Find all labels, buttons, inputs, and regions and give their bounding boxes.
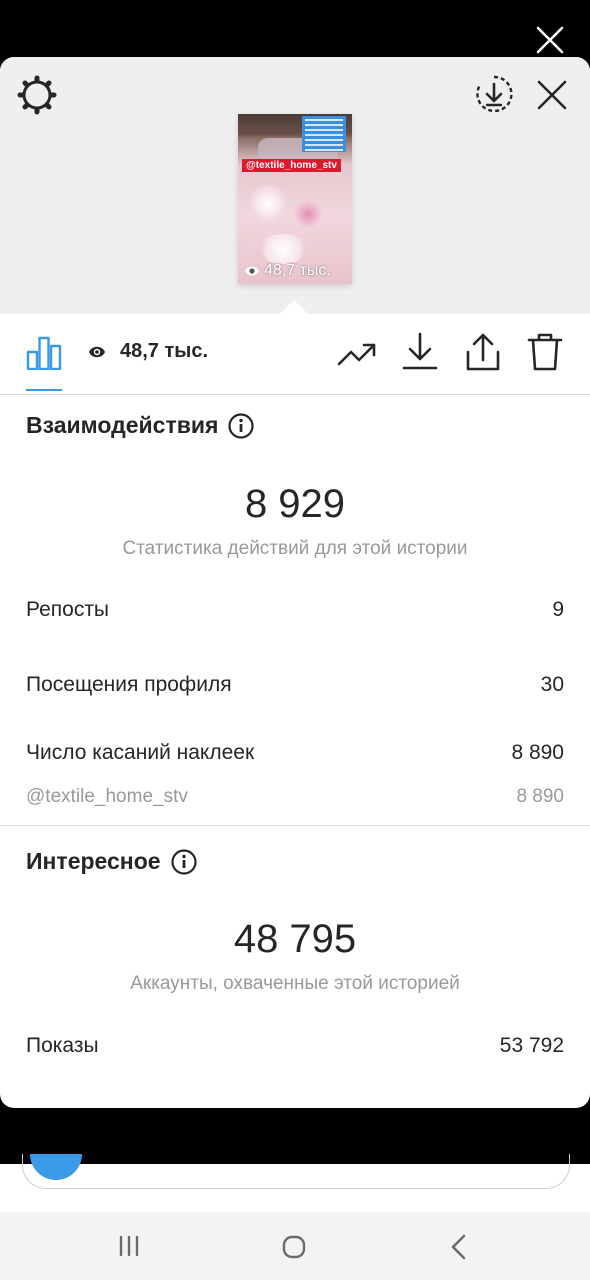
story-thumbnail[interactable]: @textile_home_stv 48,7 тыс. — [238, 114, 352, 284]
stat-row-reposts: Репосты 9 — [26, 598, 564, 622]
stat-label: Показы — [26, 1034, 99, 1057]
close-icon[interactable] — [536, 26, 564, 54]
stat-label: Посещения профиля — [26, 673, 232, 696]
stat-label: Число касаний наклеек — [26, 741, 255, 764]
info-icon[interactable] — [228, 412, 255, 439]
download-circle-icon[interactable] — [474, 74, 514, 114]
close-icon[interactable] — [536, 79, 568, 111]
trash-icon[interactable] — [527, 332, 563, 372]
home-icon[interactable] — [281, 1234, 307, 1260]
stat-row-impressions: Показы 53 792 — [26, 1034, 564, 1058]
thumbnail-mention-sticker: @textile_home_stv — [242, 159, 341, 172]
eye-icon — [245, 266, 259, 276]
thumbnail-pattern — [258, 234, 308, 264]
thumbnail-views-count: 48,7 тыс. — [264, 262, 331, 279]
stat-label: Репосты — [26, 598, 110, 621]
thumbnail-pattern — [248, 184, 288, 224]
share-icon[interactable] — [465, 332, 501, 372]
info-icon[interactable] — [170, 848, 197, 875]
thumbnail-views: 48,7 тыс. — [244, 262, 331, 280]
story-insights-sheet: @textile_home_stv 48,7 тыс. 48,7 тыс. Вз… — [0, 57, 590, 1108]
stat-value: 53 792 — [499, 1034, 564, 1057]
story-toolbar: 48,7 тыс. — [0, 314, 590, 395]
download-icon[interactable] — [402, 332, 438, 372]
stat-row-profile-visits: Посещения профиля 30 — [26, 673, 564, 697]
stat-value: 30 — [540, 673, 564, 696]
gear-icon[interactable] — [17, 75, 57, 115]
eye-icon — [89, 346, 105, 358]
stat-row-sticker-mention[interactable]: @textile_home_stv 8 890 — [26, 786, 564, 808]
trending-icon[interactable] — [337, 334, 377, 374]
recent-apps-icon[interactable] — [117, 1234, 141, 1258]
interactions-total: 8 929 — [244, 482, 346, 526]
discovery-total: 48 795 — [233, 917, 357, 961]
bar-chart-icon[interactable] — [26, 334, 62, 370]
interactions-section-title: Взаимодействия — [26, 412, 255, 439]
thumbnail-pattern — [293, 199, 323, 229]
stat-row-sticker-taps: Число касаний наклеек 8 890 — [26, 741, 564, 765]
underlying-reply-bar — [0, 1154, 590, 1212]
back-icon[interactable] — [449, 1234, 469, 1260]
discovery-section-title: Интересное — [26, 848, 197, 875]
tab-indicator — [26, 389, 62, 391]
sheet-header: @textile_home_stv 48,7 тыс. — [0, 57, 590, 314]
sticker-value: 8 890 — [516, 786, 564, 807]
discovery-subtitle: Аккаунты, охваченные этой историей — [130, 973, 460, 994]
stat-value: 8 890 — [511, 741, 564, 764]
discovery-title: Интересное — [26, 848, 161, 874]
interactions-title: Взаимодействия — [26, 412, 219, 438]
interactions-subtitle: Статистика действий для этой истории — [122, 538, 468, 559]
thumbnail-text-block — [302, 116, 346, 152]
section-divider — [0, 825, 590, 826]
sticker-label: @textile_home_stv — [26, 786, 188, 807]
screen: @textile_home_stv 48,7 тыс. 48,7 тыс. Вз… — [0, 0, 590, 1280]
stat-value: 9 — [552, 598, 564, 621]
views-count: 48,7 тыс. — [120, 340, 209, 362]
reply-field[interactable] — [22, 1154, 570, 1189]
system-navigation-bar — [0, 1212, 590, 1280]
